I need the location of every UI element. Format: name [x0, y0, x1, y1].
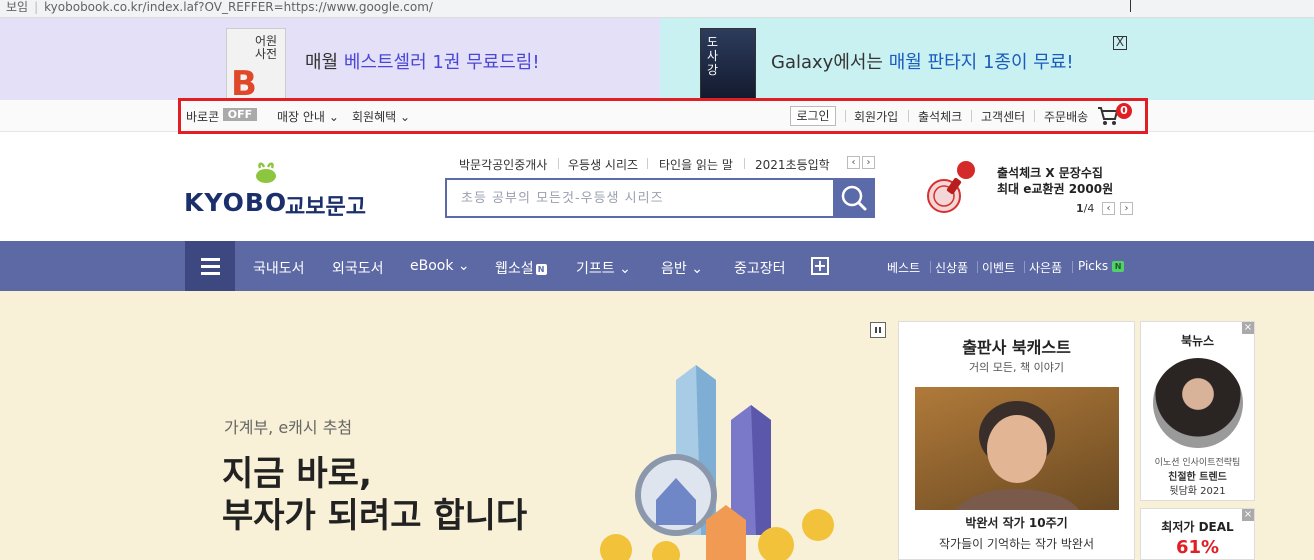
banner-right[interactable]: 도사강 Galaxy에서는 매월 판타지 1종이 무료!: [660, 18, 1314, 100]
keyword-link[interactable]: 타인을 읽는 말: [659, 156, 733, 173]
new-badge: N: [1112, 261, 1125, 272]
nav-ebook[interactable]: eBook ⌄: [410, 258, 470, 274]
nav-web-novel[interactable]: 웹소설 N: [495, 258, 547, 278]
bird-logo-icon: [256, 162, 276, 183]
plus-icon[interactable]: +: [811, 257, 829, 275]
keyword-link[interactable]: 박문각공인중개사: [459, 156, 547, 173]
divider: [1024, 261, 1025, 273]
new-badge: N: [535, 264, 547, 275]
search-button[interactable]: [833, 178, 875, 218]
address-left-text: 보임: [6, 0, 29, 14]
divider: [558, 158, 559, 169]
podcast-subtitle: 거의 모든, 책 이야기: [969, 361, 1064, 374]
divider: [647, 158, 648, 169]
chevron-down-icon: ⌄: [691, 261, 703, 277]
keyword-link[interactable]: 2021초등입학: [755, 156, 830, 173]
promo-line1[interactable]: 출석체크 X 문장수집: [997, 164, 1103, 181]
promo-line2[interactable]: 최대 e교환권 2000원: [997, 180, 1113, 197]
deal-title: 최저가 DEAL: [1161, 520, 1234, 534]
book-cover-right: 도사강: [700, 28, 756, 100]
news-line3: 뒷담화 2021: [1169, 486, 1226, 497]
news-title: 북뉴스: [1180, 334, 1215, 348]
divider: [744, 158, 745, 169]
podcast-card[interactable]: 출판사 북캐스트 거의 모든, 책 이야기 박완서 작가 10주기 작가들이 기…: [898, 321, 1135, 560]
divider: [1072, 261, 1073, 273]
nav-music[interactable]: 음반 ⌄: [661, 258, 703, 278]
search-box: [445, 178, 835, 218]
hamburger-icon: [201, 258, 220, 261]
banner-right-text: Galaxy에서는 매월 판타지 1종이 무료!: [771, 52, 1074, 73]
nav-foreign-books[interactable]: 외국도서: [332, 258, 384, 278]
nav-picks[interactable]: Picks N: [1078, 259, 1125, 273]
podcast-title: 출판사 북캐스트: [962, 338, 1071, 357]
pause-button[interactable]: [870, 322, 886, 338]
promo-next-button[interactable]: ›: [1120, 202, 1133, 215]
book-news-card[interactable]: × 북뉴스 이노션 인사이트전략팀 친절한 트렌드 뒷담화 2021: [1140, 321, 1255, 501]
banner-close-button[interactable]: X: [1113, 36, 1127, 50]
logo-korean: 교보문고: [285, 195, 366, 220]
nav-gifts[interactable]: 사은품: [1029, 259, 1062, 276]
nav-best[interactable]: 베스트: [887, 259, 920, 276]
news-line1: 이노션 인사이트전략팀: [1154, 458, 1241, 468]
hero-title-line2: 부자가 되려고 합니다: [222, 496, 528, 536]
podcast-photo: [915, 387, 1119, 510]
highlight-box: [178, 98, 1148, 134]
banner-left[interactable]: 어원 사전 B 매월 베스트셀러 1권 무료드림!: [0, 18, 660, 101]
nav-new-products[interactable]: 신상품: [935, 259, 968, 276]
nav-used-market[interactable]: 중고장터: [734, 258, 786, 278]
chevron-down-icon: ⌄: [457, 258, 470, 274]
menu-button[interactable]: [185, 241, 235, 291]
news-line2: 친절한 트렌드: [1168, 472, 1227, 483]
kyobo-logo[interactable]: KYOBO 교보문고: [184, 162, 366, 220]
promo-prev-button[interactable]: ‹: [1102, 202, 1115, 215]
keyword-next-button[interactable]: ›: [862, 156, 875, 169]
nav-domestic-books[interactable]: 국내도서: [253, 258, 305, 278]
house-coins-illustration: [600, 365, 834, 560]
top-banner: 어원 사전 B 매월 베스트셀러 1권 무료드림! 도사강 Galaxy에서는 …: [0, 18, 1314, 101]
hero-subtitle: 가계부, e캐시 추첨: [224, 418, 353, 437]
promo-page-indicator: 1/4: [1076, 202, 1095, 215]
keyword-prev-button[interactable]: ‹: [847, 156, 860, 169]
nav-events[interactable]: 이벤트: [982, 259, 1015, 276]
banner-left-text: 매월 베스트셀러 1권 무료드림!: [305, 52, 540, 73]
podcast-name: 박완서 작가 10주기: [965, 516, 1068, 530]
search-icon: [841, 185, 867, 211]
address-url[interactable]: kyobobook.co.kr/index.laf?OV_REFFER=http…: [44, 0, 433, 14]
keyword-link[interactable]: 우등생 시리즈: [568, 156, 638, 173]
text-cursor-icon: [1128, 0, 1134, 14]
address-bar[interactable]: 보임 | kyobobook.co.kr/index.laf?OV_REFFER=h…: [0, 0, 1314, 18]
nav-gift[interactable]: 기프트 ⌄: [576, 258, 631, 278]
search-input[interactable]: [447, 180, 833, 216]
divider: [977, 261, 978, 273]
book-cover-left: 어원 사전 B: [226, 28, 286, 101]
chevron-down-icon: ⌄: [619, 261, 631, 277]
deal-card[interactable]: × 최저가 DEAL 61%: [1140, 508, 1255, 560]
podcast-description: 작가들이 기억하는 작가 박완서: [939, 537, 1094, 551]
logo-english: KYOBO: [184, 188, 288, 217]
divider: [930, 261, 931, 273]
stamp-icon[interactable]: [922, 160, 980, 216]
deal-percent: 61%: [1175, 537, 1220, 558]
news-photo: [1153, 358, 1243, 448]
